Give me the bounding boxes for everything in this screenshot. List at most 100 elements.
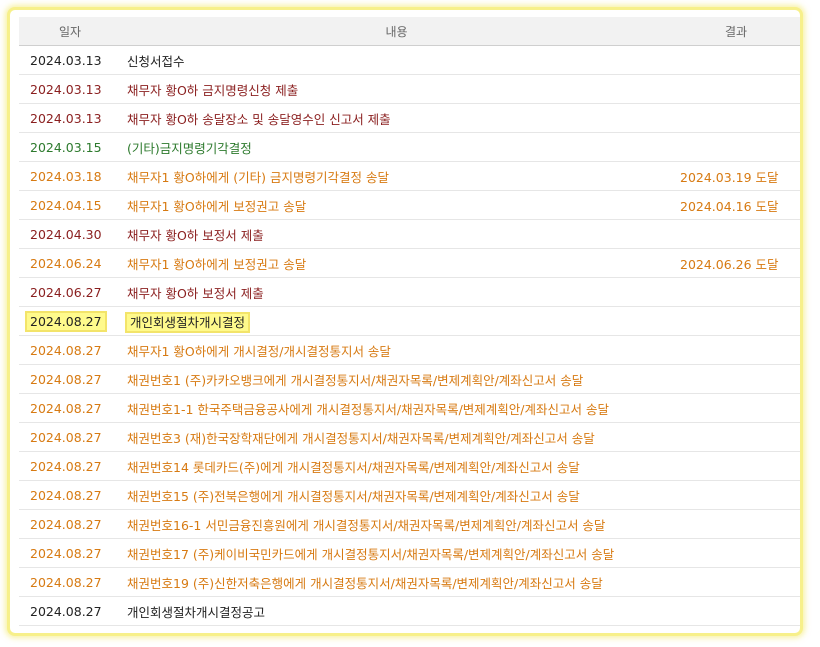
row-content-cell: 채권번호19 (주)신한저축은행에게 개시결정통지서/채권자목록/변제계획안/계… [121, 567, 672, 597]
row-date: 2024.08.27 [19, 480, 121, 510]
row-result [672, 45, 800, 75]
table-row: 2024.04.30 채무자 황O하 보정서 제출 [19, 219, 800, 249]
row-date: 2024.03.15 [19, 132, 121, 162]
row-content-cell: 채무자 황O하 보정서 제출 [121, 219, 672, 249]
row-content-cell: (기타)금지명령기각결정 [121, 132, 672, 162]
table-body: 2024.03.13 신청서접수 2024.03.13 채무자 황O하 금지명령신청 … [19, 45, 800, 626]
row-date-highlighted: 2024.08.27 [27, 312, 105, 330]
header-row: 일자 내용 결과 [19, 17, 800, 46]
row-date: 2024.08.27 [19, 596, 121, 626]
row-content-cell: 채무자1 황O하에게 (기타) 금지명령기각결정 송달 [121, 161, 672, 191]
row-result [672, 422, 800, 452]
date-column-header: 일자 [19, 17, 121, 46]
row-content: 채권번호17 (주)케이비국민카드에게 개시결정통지서/채권자목록/변제계획안/… [127, 546, 615, 562]
row-date: 2024.08.27 [19, 306, 121, 336]
row-content: (기타)금지명령기각결정 [127, 140, 252, 156]
row-date: 2024.04.30 [19, 219, 121, 249]
row-content: 채권번호3 (재)한국장학재단에게 개시결정통지서/채권자목록/변제계획안/계좌… [127, 430, 595, 446]
row-content: 채권번호1 (주)카카오뱅크에게 개시결정통지서/채권자목록/변제계획안/계좌신… [127, 372, 584, 388]
row-date: 2024.04.15 [19, 190, 121, 220]
row-content: 채무자1 황O하에게 개시결정/개시결정통지서 송달 [127, 343, 391, 359]
table-row: 2024.08.27 채권번호1 (주)카카오뱅크에게 개시결정통지서/채권자목록… [19, 364, 800, 394]
row-content: 채무자1 황O하에게 보정권고 송달 [127, 198, 307, 214]
row-date: 2024.08.27 [19, 422, 121, 452]
row-date: 2024.08.27 [19, 393, 121, 423]
row-content-cell: 채권번호17 (주)케이비국민카드에게 개시결정통지서/채권자목록/변제계획안/… [121, 538, 672, 568]
row-result [672, 451, 800, 481]
content-column-header: 내용 [121, 17, 672, 46]
row-content-cell: 채무자1 황O하에게 개시결정/개시결정통지서 송달 [121, 335, 672, 365]
row-date: 2024.08.27 [19, 335, 121, 365]
row-date: 2024.08.27 [19, 364, 121, 394]
row-content-cell: 채권번호16-1 서민금융진흥원에게 개시결정통지서/채권자목록/변제계획안/계… [121, 509, 672, 539]
table-row: 2024.08.27 채권번호17 (주)케이비국민카드에게 개시결정통지서/채권… [19, 538, 800, 568]
row-content: 채무자 황O하 보정서 제출 [127, 227, 264, 243]
case-history-table: 일자 내용 결과 2024.03.13 신청서접수 2024.03.13 채무자 황O… [19, 17, 800, 626]
row-content-cell: 채무자 황O하 송달장소 및 송달영수인 신고서 제출 [121, 103, 672, 133]
table-row: 2024.03.15 (기타)금지명령기각결정 [19, 132, 800, 162]
row-content: 채무자 황O하 송달장소 및 송달영수인 신고서 제출 [127, 111, 391, 127]
row-content-cell: 채무자 황O하 금지명령신청 제출 [121, 74, 672, 104]
row-result [672, 74, 800, 104]
row-date: 2024.08.27 [19, 567, 121, 597]
row-result [672, 306, 800, 336]
row-result [672, 596, 800, 626]
row-date: 2024.03.13 [19, 103, 121, 133]
row-content-cell: 신청서접수 [121, 45, 672, 75]
row-result [672, 277, 800, 307]
row-content: 채권번호14 롯데카드(주)에게 개시결정통지서/채권자목록/변제계획안/계좌신… [127, 459, 580, 475]
row-result [672, 538, 800, 568]
row-result: 2024.06.26 도달 [672, 248, 800, 278]
row-content-highlighted: 개인회생절차개시결정 [127, 313, 249, 331]
row-result [672, 393, 800, 423]
row-content: 개인회생절차개시결정공고 [127, 604, 266, 620]
table-row: 2024.08.27 채권번호15 (주)전북은행에게 개시결정통지서/채권자목록… [19, 480, 800, 510]
row-content-cell: 채권번호1-1 한국주택금융공사에게 개시결정통지서/채권자목록/변제계획안/계… [121, 393, 672, 423]
table-row: 2024.08.27 채권번호3 (재)한국장학재단에게 개시결정통지서/채권자목… [19, 422, 800, 452]
row-content: 채무자 황O하 금지명령신청 제출 [127, 82, 299, 98]
table-row: 2024.08.27 채권번호1-1 한국주택금융공사에게 개시결정통지서/채권자… [19, 393, 800, 423]
row-date: 2024.06.27 [19, 277, 121, 307]
row-result [672, 509, 800, 539]
table-row: 2024.04.15 채무자1 황O하에게 보정권고 송달 2024.04.16 도… [19, 190, 800, 220]
row-result [672, 103, 800, 133]
table-header: 일자 내용 결과 [19, 17, 800, 46]
row-content-cell: 채권번호1 (주)카카오뱅크에게 개시결정통지서/채권자목록/변제계획안/계좌신… [121, 364, 672, 394]
row-result [672, 567, 800, 597]
row-content: 채무자1 황O하에게 (기타) 금지명령기각결정 송달 [127, 169, 389, 185]
table-row: 2024.03.18 채무자1 황O하에게 (기타) 금지명령기각결정 송달 202… [19, 161, 800, 191]
row-content: 채권번호16-1 서민금융진흥원에게 개시결정통지서/채권자목록/변제계획안/계… [127, 517, 606, 533]
row-content-cell: 채권번호3 (재)한국장학재단에게 개시결정통지서/채권자목록/변제계획안/계좌… [121, 422, 672, 452]
result-column-header: 결과 [672, 17, 800, 46]
row-date: 2024.03.13 [19, 45, 121, 75]
table-row: 2024.03.13 채무자 황O하 송달장소 및 송달영수인 신고서 제출 [19, 103, 800, 133]
table-row: 2024.08.27 개인회생절차개시결정공고 [19, 596, 800, 626]
table-row: 2024.03.13 채무자 황O하 금지명령신청 제출 [19, 74, 800, 104]
table-row: 2024.08.27 개인회생절차개시결정 [19, 306, 800, 336]
row-content-cell: 채무자 황O하 보정서 제출 [121, 277, 672, 307]
row-date: 2024.03.13 [19, 74, 121, 104]
row-content: 채권번호1-1 한국주택금융공사에게 개시결정통지서/채권자목록/변제계획안/계… [127, 401, 609, 417]
row-content-cell: 개인회생절차개시결정 [121, 306, 672, 336]
row-date: 2024.08.27 [19, 451, 121, 481]
row-content-cell: 채무자1 황O하에게 보정권고 송달 [121, 248, 672, 278]
case-history-panel: 일자 내용 결과 2024.03.13 신청서접수 2024.03.13 채무자 황O… [7, 7, 803, 636]
row-date: 2024.06.24 [19, 248, 121, 278]
row-content: 채무자 황O하 보정서 제출 [127, 285, 264, 301]
row-date: 2024.08.27 [19, 538, 121, 568]
table-row: 2024.06.24 채무자1 황O하에게 보정권고 송달 2024.06.26 도… [19, 248, 800, 278]
row-result [672, 364, 800, 394]
row-result [672, 219, 800, 249]
row-date: 2024.03.18 [19, 161, 121, 191]
table-row: 2024.08.27 채권번호19 (주)신한저축은행에게 개시결정통지서/채권자… [19, 567, 800, 597]
row-result: 2024.04.16 도달 [672, 190, 800, 220]
row-content-cell: 채권번호15 (주)전북은행에게 개시결정통지서/채권자목록/변제계획안/계좌신… [121, 480, 672, 510]
row-result: 2024.03.19 도달 [672, 161, 800, 191]
row-content-cell: 채권번호14 롯데카드(주)에게 개시결정통지서/채권자목록/변제계획안/계좌신… [121, 451, 672, 481]
row-result [672, 132, 800, 162]
row-content: 채권번호19 (주)신한저축은행에게 개시결정통지서/채권자목록/변제계획안/계… [127, 575, 603, 591]
table-row: 2024.08.27 채권번호14 롯데카드(주)에게 개시결정통지서/채권자목록… [19, 451, 800, 481]
row-content-cell: 개인회생절차개시결정공고 [121, 596, 672, 626]
row-content: 채권번호15 (주)전북은행에게 개시결정통지서/채권자목록/변제계획안/계좌신… [127, 488, 580, 504]
table-row: 2024.08.27 채무자1 황O하에게 개시결정/개시결정통지서 송달 [19, 335, 800, 365]
